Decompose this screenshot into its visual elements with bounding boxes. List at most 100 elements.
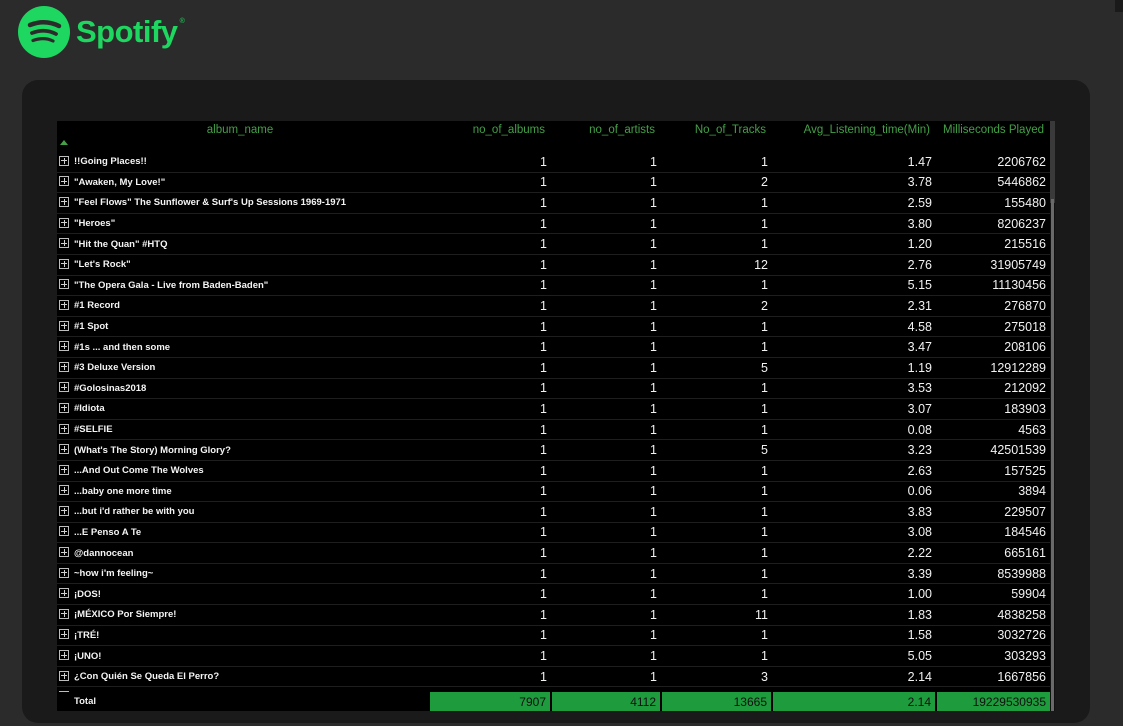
column-header-album-name[interactable]: album_name	[57, 121, 429, 152]
expand-plus-icon[interactable]	[59, 485, 69, 496]
column-header-no-of-artists[interactable]: no_of_artists	[551, 121, 661, 152]
table-row[interactable]: #1 Record 1 1 2 2.31 276870	[57, 295, 1050, 317]
no-of-albums-cell: 1	[429, 275, 551, 297]
matrix-body: !!Going Places!! 1 1 1 1.47 2206762 "Awaken, M…	[57, 152, 1050, 711]
no-of-albums-cell: 1	[429, 666, 551, 688]
milliseconds-played-cell: 8206237	[936, 213, 1050, 235]
expand-plus-icon[interactable]	[59, 176, 69, 187]
expand-plus-icon[interactable]	[59, 547, 69, 558]
expand-plus-icon[interactable]	[59, 650, 69, 661]
table-row[interactable]: "Heroes" 1 1 1 3.80 8206237	[57, 213, 1050, 235]
table-row[interactable]: #3 Deluxe Version 1 1 5 1.19 12912289	[57, 357, 1050, 379]
no-of-tracks-cell: 1	[661, 645, 772, 667]
expand-plus-icon[interactable]	[59, 361, 69, 372]
table-row[interactable]: ¡UNO! 1 1 1 5.05 303293	[57, 645, 1050, 667]
expand-plus-icon[interactable]	[59, 444, 69, 455]
milliseconds-played-cell: 8539988	[936, 563, 1050, 585]
table-row[interactable]: "The Opera Gala - Live from Baden-Baden"…	[57, 275, 1050, 297]
album-name-label: "Awaken, My Love!"	[74, 176, 166, 188]
expand-plus-icon[interactable]	[59, 608, 69, 619]
milliseconds-played-cell: 303293	[936, 645, 1050, 667]
column-header-avg-listening-time[interactable]: Avg_Listening_time(Min)	[772, 121, 936, 152]
expand-plus-icon[interactable]	[59, 567, 69, 578]
avg-listening-time-cell: 1.00	[772, 583, 936, 606]
table-row[interactable]: #1s ... and then some 1 1 1 3.47 208106	[57, 336, 1050, 358]
no-of-albums-cell: 1	[429, 316, 551, 338]
no-of-albums-cell: 1	[429, 357, 551, 379]
no-of-artists-cell: 1	[551, 192, 661, 214]
expand-plus-icon[interactable]	[59, 423, 69, 434]
expand-plus-icon[interactable]	[59, 629, 69, 640]
album-name-label: ...but i'd rather be with you	[74, 506, 195, 518]
avg-listening-time-cell: 2.76	[772, 254, 936, 276]
expand-plus-icon[interactable]	[59, 155, 69, 166]
table-row[interactable]: ...baby one more time 1 1 1 0.06 3894	[57, 481, 1050, 503]
table-row[interactable]: ...E Penso A Te 1 1 1 3.08 184546	[57, 522, 1050, 544]
column-header-no-of-tracks[interactable]: No_of_Tracks	[661, 121, 772, 152]
expand-plus-icon[interactable]	[59, 341, 69, 352]
no-of-tracks-cell: 12	[661, 254, 772, 276]
table-row[interactable]: ¡TRÉ! 1 1 1 1.58 3032726	[57, 625, 1050, 647]
table-row[interactable]: "Feel Flows" The Sunflower & Surf's Up S…	[57, 192, 1050, 214]
album-name-label: (What's The Story) Morning Glory?	[74, 444, 231, 456]
table-row[interactable]: ¡DOS! 1 1 1 1.00 59904	[57, 583, 1050, 606]
expand-plus-icon[interactable]	[59, 526, 69, 537]
table-row[interactable]: #SELFIE 1 1 1 0.08 4563	[57, 419, 1050, 441]
no-of-tracks-cell: 1	[661, 192, 772, 214]
expand-plus-icon[interactable]	[59, 279, 69, 290]
no-of-albums-cell: 1	[429, 172, 551, 194]
avg-listening-time-cell: 1.47	[772, 152, 936, 173]
table-row[interactable]: ...but i'd rather be with you 1 1 1 3.83 2295…	[57, 501, 1050, 523]
album-name-cell: ...And Out Come The Wolves	[57, 460, 429, 482]
album-name-label: !!Going Places!!	[74, 156, 147, 168]
expand-plus-icon[interactable]	[59, 299, 69, 310]
scrollbar-thumb[interactable]	[1051, 199, 1054, 711]
table-row[interactable]: "Awaken, My Love!" 1 1 2 3.78 5446862	[57, 172, 1050, 194]
expand-plus-icon[interactable]	[59, 196, 69, 207]
expand-plus-icon[interactable]	[59, 320, 69, 331]
album-name-cell: #SELFIE	[57, 419, 429, 441]
table-row[interactable]: #Golosinas2018 1 1 1 3.53 212092	[57, 378, 1050, 400]
album-name-cell: #Golosinas2018	[57, 378, 429, 400]
avg-listening-time-cell: 2.31	[772, 295, 936, 317]
vertical-scrollbar[interactable]	[1050, 121, 1055, 711]
expand-plus-icon[interactable]	[59, 238, 69, 249]
no-of-artists-cell: 1	[551, 357, 661, 379]
sort-ascending-icon[interactable]	[60, 140, 68, 145]
table-row[interactable]: (What's The Story) Morning Glory? 1 1 5 3.23…	[57, 439, 1050, 461]
album-name-cell: ...baby one more time	[57, 481, 429, 503]
total-milliseconds-played: 19229530935	[935, 692, 1050, 711]
expand-plus-icon[interactable]	[59, 382, 69, 393]
column-header-no-of-albums[interactable]: no_of_albums	[429, 121, 551, 152]
table-row[interactable]: @dannocean 1 1 1 2.22 665161	[57, 542, 1050, 564]
album-name-label: #Golosinas2018	[74, 382, 147, 394]
avg-listening-time-cell: 3.83	[772, 501, 936, 523]
album-matrix: album_name no_of_albums no_of_artists No…	[57, 121, 1050, 711]
expand-plus-icon[interactable]	[59, 588, 69, 599]
column-header-milliseconds-played[interactable]: Milliseconds Played	[936, 121, 1050, 152]
expand-plus-icon[interactable]	[59, 402, 69, 413]
expand-plus-icon[interactable]	[59, 258, 69, 269]
expand-plus-icon[interactable]	[59, 505, 69, 516]
table-row[interactable]: #1 Spot 1 1 1 4.58 275018	[57, 316, 1050, 338]
no-of-albums-cell: 1	[429, 152, 551, 173]
table-row[interactable]: #Idiota 1 1 1 3.07 183903	[57, 398, 1050, 420]
milliseconds-played-cell: 215516	[936, 233, 1050, 255]
no-of-tracks-cell: 1	[661, 316, 772, 338]
avg-listening-time-cell: 1.83	[772, 604, 936, 626]
table-row[interactable]: ¿Con Quién Se Queda El Perro? 1 1 3 2.14 1667…	[57, 666, 1050, 688]
table-row[interactable]: ¡MÉXICO Por Siempre! 1 1 11 1.83 4838258	[57, 604, 1050, 626]
table-row[interactable]: "Let's Rock" 1 1 12 2.76 31905749	[57, 254, 1050, 276]
album-name-label: @dannocean	[74, 547, 134, 559]
expand-plus-icon[interactable]	[59, 464, 69, 475]
spotify-logo: Spotify ®	[18, 6, 185, 58]
no-of-tracks-cell: 1	[661, 336, 772, 358]
table-row[interactable]: ~how i'm feeling~ 1 1 1 3.39 8539988	[57, 563, 1050, 585]
no-of-albums-cell: 1	[429, 501, 551, 523]
expand-plus-icon[interactable]	[59, 670, 69, 681]
no-of-albums-cell: 1	[429, 645, 551, 667]
table-row[interactable]: "Hit the Quan" #HTQ 1 1 1 1.20 215516	[57, 233, 1050, 255]
table-row[interactable]: ...And Out Come The Wolves 1 1 1 2.63 157525	[57, 460, 1050, 482]
expand-plus-icon[interactable]	[59, 217, 69, 228]
table-row[interactable]: !!Going Places!! 1 1 1 1.47 2206762	[57, 152, 1050, 173]
